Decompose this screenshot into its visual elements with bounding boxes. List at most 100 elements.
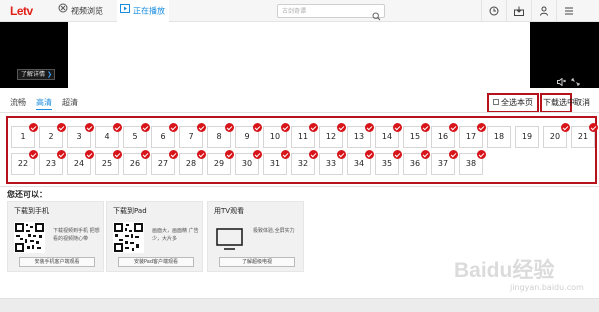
episode-cell[interactable]: 3 [67, 123, 94, 148]
episode-cell[interactable]: 17 [459, 123, 486, 148]
episode-number: 11 [297, 132, 309, 141]
episode-number: 33 [325, 159, 337, 168]
episode-cell[interactable]: 16 [431, 123, 458, 148]
checked-icon [29, 150, 38, 159]
episode-cell[interactable]: 23 [39, 150, 66, 175]
episode-cell[interactable]: 30 [235, 150, 262, 175]
tab-now-playing[interactable]: 正在播放 [117, 0, 169, 22]
episode-cell[interactable]: 33 [319, 150, 346, 175]
tab-label: 视频浏览 [71, 6, 103, 16]
episode-cell[interactable]: 22 [11, 150, 38, 175]
card-title: 下载到Pad [113, 207, 147, 215]
episode-cell[interactable]: 38 [459, 150, 486, 175]
episode-cell[interactable]: 5 [123, 123, 150, 148]
episode-cell[interactable]: 6 [151, 123, 178, 148]
download-selected-button[interactable]: 下载选中 [543, 96, 575, 110]
select-all-label: 全选本页 [501, 98, 533, 107]
episode-cell[interactable]: 26 [123, 150, 150, 175]
search-input[interactable]: 古剑奇谭 [277, 4, 385, 21]
episode-cell[interactable]: 28 [179, 150, 206, 175]
quality-hd[interactable]: 高清 [36, 96, 52, 110]
install-pad-button[interactable]: 安装Pad客户端观看 [118, 257, 194, 267]
user-button[interactable] [531, 0, 555, 22]
browse-icon [58, 0, 68, 22]
episode-cell[interactable]: 13 [347, 123, 374, 148]
episode-cell[interactable]: 20 [543, 123, 570, 148]
episode-number: 29 [213, 159, 225, 168]
episode-number: 20 [549, 132, 561, 141]
download-button[interactable] [506, 0, 530, 22]
cancel-button[interactable]: 取消 [574, 96, 590, 110]
quality-smooth[interactable]: 流畅 [10, 96, 26, 110]
episode-number: 3 [76, 132, 82, 141]
tv-icon [216, 228, 243, 250]
letv-logo[interactable]: Letv [10, 4, 33, 18]
checked-icon [365, 150, 374, 159]
checked-icon [421, 150, 430, 159]
episode-cell[interactable]: 34 [347, 150, 374, 175]
episode-cell[interactable]: 2 [39, 123, 66, 148]
episode-cell[interactable]: 9 [235, 123, 262, 148]
episode-cell[interactable]: 4 [95, 123, 122, 148]
episode-cell[interactable]: 1 [11, 123, 38, 148]
install-mobile-button[interactable]: 安装手机客户端观看 [19, 257, 95, 267]
checked-icon [477, 150, 486, 159]
episode-cell[interactable]: 29 [207, 150, 234, 175]
episode-cell[interactable]: 24 [67, 150, 94, 175]
volume-icon[interactable] [557, 71, 566, 90]
menu-button[interactable] [556, 0, 580, 22]
card-description: 极致体验,全屏实力 [253, 228, 295, 234]
episode-cell[interactable]: 32 [291, 150, 318, 175]
episode-cell[interactable]: 37 [431, 150, 458, 175]
checked-icon [561, 123, 570, 132]
quality-super-hd[interactable]: 超清 [62, 96, 78, 110]
episode-cell[interactable]: 19 [515, 126, 539, 148]
card-tv: 用TV观看 极致体验,全屏实力 了解超级电视 [207, 201, 304, 272]
tab-label: 正在播放 [133, 6, 165, 16]
checked-icon [309, 123, 318, 132]
checked-icon [477, 123, 486, 132]
episode-cell[interactable]: 8 [207, 123, 234, 148]
checked-icon [169, 123, 178, 132]
episode-cell[interactable]: 14 [375, 123, 402, 148]
fullscreen-icon[interactable] [571, 71, 580, 90]
search-placeholder: 古剑奇谭 [282, 8, 307, 15]
episode-cell[interactable]: 12 [319, 123, 346, 148]
checked-icon [589, 123, 598, 132]
checked-icon [57, 150, 66, 159]
checked-icon [365, 123, 374, 132]
checked-icon [113, 123, 122, 132]
episode-number: 31 [269, 159, 281, 168]
episode-cell[interactable]: 36 [403, 150, 430, 175]
card-pad: 下载到Pad 画面大，画面精 广告少，大片多 安装Pad客户端观看 [106, 201, 203, 272]
history-button[interactable] [481, 0, 505, 22]
episode-number: 14 [381, 132, 393, 141]
checked-icon [253, 123, 262, 132]
episode-cell[interactable]: 31 [263, 150, 290, 175]
episode-cell[interactable]: 7 [179, 123, 206, 148]
player-panel [68, 22, 530, 88]
checked-icon [197, 123, 206, 132]
learn-more-button[interactable]: 了解详情 ❯ [17, 69, 55, 80]
episode-number: 26 [129, 159, 141, 168]
episode-cell[interactable]: 15 [403, 123, 430, 148]
checked-icon [85, 123, 94, 132]
tab-video-browse[interactable]: 视频浏览 [58, 0, 114, 22]
episode-number: 16 [437, 132, 449, 141]
episode-number: 6 [160, 132, 166, 141]
card-mobile: 下载到手机 下载视频到手机 把想看的视频随心带 安装手机客户端观看 [7, 201, 104, 272]
episode-cell[interactable]: 25 [95, 150, 122, 175]
episode-cell[interactable]: 18 [487, 126, 511, 148]
episode-cell[interactable]: 27 [151, 150, 178, 175]
episode-cell[interactable]: 11 [291, 123, 318, 148]
select-all-checkbox[interactable]: 全选本页 [493, 96, 533, 110]
episode-cell[interactable]: 10 [263, 123, 290, 148]
episode-cell[interactable]: 21 [571, 123, 598, 148]
episode-cell[interactable]: 35 [375, 150, 402, 175]
learn-tv-button[interactable]: 了解超级电视 [219, 257, 295, 267]
checked-icon [169, 150, 178, 159]
play-icon [120, 0, 130, 22]
video-player[interactable] [0, 22, 599, 88]
checked-icon [85, 150, 94, 159]
episode-number: 28 [185, 159, 197, 168]
